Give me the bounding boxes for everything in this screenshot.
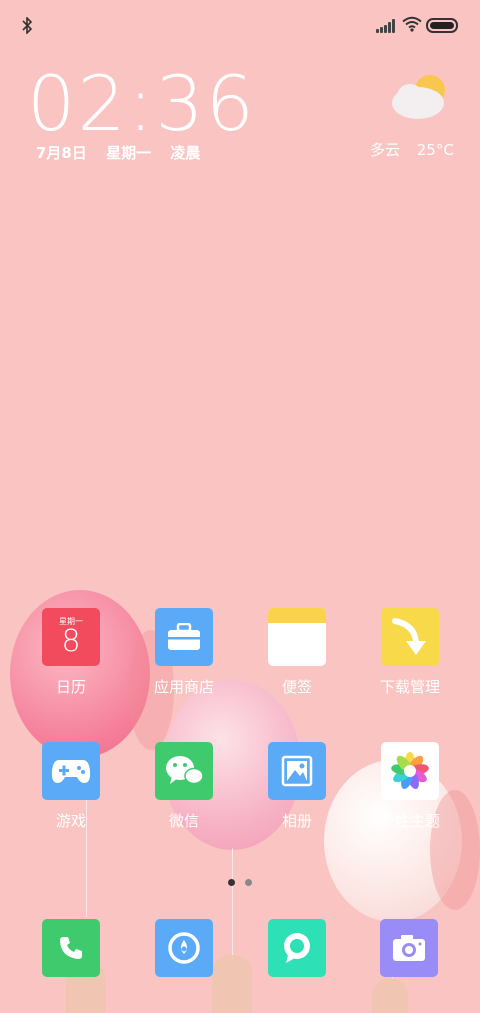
gallery-icon xyxy=(268,742,326,800)
briefcase-icon xyxy=(155,608,213,666)
app-themes[interactable]: 个性主题 xyxy=(360,742,460,831)
page-dot[interactable] xyxy=(245,879,252,886)
balloon-string xyxy=(232,848,233,958)
gamepad-icon xyxy=(42,742,100,800)
app-games[interactable]: 游戏 xyxy=(21,742,121,831)
clock-date: 7月8日 星期一 凌晨 xyxy=(36,144,201,162)
weather-text[interactable]: 多云 25°C xyxy=(370,139,454,160)
app-label: 相册 xyxy=(281,812,312,830)
calendar-icon: 星期一 8 xyxy=(42,608,100,666)
browser-icon xyxy=(168,932,200,964)
app-wechat[interactable]: 微信 xyxy=(134,742,234,831)
page-dot-active[interactable] xyxy=(228,879,235,886)
hand xyxy=(212,955,252,1013)
wechat-icon xyxy=(155,742,213,800)
partly-cloudy-icon[interactable] xyxy=(388,70,452,122)
dock-messages[interactable] xyxy=(268,919,326,977)
app-label: 微信 xyxy=(168,812,199,830)
hand xyxy=(372,978,408,1013)
app-label: 下载管理 xyxy=(379,678,440,696)
signal-icon xyxy=(376,19,395,33)
dock-phone[interactable] xyxy=(42,919,100,977)
app-downloads[interactable]: 下载管理 xyxy=(360,608,460,697)
status-bar xyxy=(0,0,480,52)
app-store[interactable]: 应用商店 xyxy=(134,608,234,697)
download-arrow-icon xyxy=(381,608,439,666)
app-label: 便签 xyxy=(281,678,312,696)
app-label: 游戏 xyxy=(55,812,86,830)
bluetooth-icon xyxy=(22,17,33,34)
theme-flower-icon xyxy=(381,742,439,800)
app-gallery[interactable]: 相册 xyxy=(247,742,347,831)
calendar-day: 8 xyxy=(61,623,81,659)
notes-icon xyxy=(268,608,326,666)
phone-icon xyxy=(60,937,82,959)
app-notes[interactable]: 便签 xyxy=(247,608,347,697)
dock-browser[interactable] xyxy=(155,919,213,977)
clock-time[interactable]: 02:36 xyxy=(27,64,256,144)
app-label: 应用商店 xyxy=(153,678,214,696)
app-label: 日历 xyxy=(55,678,86,696)
page-indicator[interactable] xyxy=(228,871,262,890)
camera-icon xyxy=(393,935,425,961)
battery-icon xyxy=(426,18,458,33)
app-calendar[interactable]: 星期一 8 日历 xyxy=(21,608,121,697)
app-label: 个性主题 xyxy=(379,812,440,830)
dock-camera[interactable] xyxy=(380,919,438,977)
messages-icon xyxy=(284,933,310,963)
wifi-icon xyxy=(402,16,422,32)
